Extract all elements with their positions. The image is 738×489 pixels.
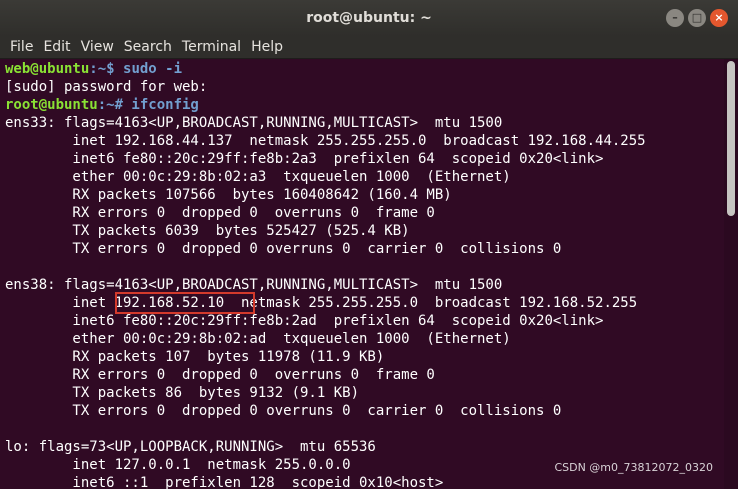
output-line: ether 00:0c:29:8b:02:a3 txqueuelen 1000 … xyxy=(5,169,511,185)
output-line: RX packets 107 bytes 11978 (11.9 KB) xyxy=(5,349,385,365)
output-line: inet6 fe80::20c:29ff:fe8b:2ad prefixlen … xyxy=(5,313,604,329)
menu-file[interactable]: File xyxy=(10,39,33,55)
output-line: RX errors 0 dropped 0 overruns 0 frame 0 xyxy=(5,205,435,221)
output-line: inet 127.0.0.1 netmask 255.0.0.0 xyxy=(5,457,351,473)
output-line: RX packets 107566 bytes 160408642 (160.4… xyxy=(5,187,452,203)
output-line: inet6 fe80::20c:29ff:fe8b:2a3 prefixlen … xyxy=(5,151,604,167)
scrollbar[interactable] xyxy=(724,59,738,489)
output-line: TX packets 86 bytes 9132 (9.1 KB) xyxy=(5,385,360,401)
menu-edit[interactable]: Edit xyxy=(43,39,70,55)
menu-bar: File Edit View Search Terminal Help xyxy=(0,36,738,59)
output-line: lo: flags=73<UP,LOOPBACK,RUNNING> mtu 65… xyxy=(5,439,376,455)
menu-search[interactable]: Search xyxy=(124,39,172,55)
output-line: inet 192.168.44.137 netmask 255.255.255.… xyxy=(5,133,646,149)
output-line: inet6 ::1 prefixlen 128 scopeid 0x10<hos… xyxy=(5,475,444,489)
output-line: RX errors 0 dropped 0 overruns 0 frame 0 xyxy=(5,367,435,383)
close-icon[interactable]: × xyxy=(710,9,728,27)
highlight-box xyxy=(115,292,255,314)
output-line: TX packets 6039 bytes 525427 (525.4 KB) xyxy=(5,223,410,239)
prompt-line: root@ubuntu:~# ifconfig xyxy=(5,96,199,114)
output-line: inet 192.168.52.10 netmask 255.255.255.0… xyxy=(5,295,638,311)
output-line: TX errors 0 dropped 0 overruns 0 carrier… xyxy=(5,241,562,257)
output-line: [sudo] password for web: xyxy=(5,79,208,95)
output-line: TX errors 0 dropped 0 overruns 0 carrier… xyxy=(5,403,562,419)
prompt-line: web@ubuntu:~$ sudo -i xyxy=(5,60,182,78)
watermark: CSDN @m0_73812072_0320 xyxy=(554,461,713,474)
menu-terminal[interactable]: Terminal xyxy=(182,39,241,55)
prompt-user: root@ubuntu xyxy=(5,97,98,113)
window-title: root@ubuntu: ~ xyxy=(306,10,432,26)
maximize-icon[interactable]: □ xyxy=(688,9,706,27)
prompt-path: :~$ sudo -i xyxy=(89,61,183,77)
prompt-path: :~# ifconfig xyxy=(97,97,199,113)
window-controls: – □ × xyxy=(666,9,728,27)
menu-view[interactable]: View xyxy=(81,39,114,55)
terminal-output[interactable]: web@ubuntu:~$ sudo -i [sudo] password fo… xyxy=(0,59,724,489)
output-line: ether 00:0c:29:8b:02:ad txqueuelen 1000 … xyxy=(5,331,511,347)
menu-help[interactable]: Help xyxy=(251,39,283,55)
minimize-icon[interactable]: – xyxy=(666,9,684,27)
scrollbar-thumb[interactable] xyxy=(727,61,735,216)
title-bar[interactable]: root@ubuntu: ~ – □ × xyxy=(0,0,738,36)
output-line: ens33: flags=4163<UP,BROADCAST,RUNNING,M… xyxy=(5,115,503,131)
terminal-window: root@ubuntu: ~ – □ × File Edit View Sear… xyxy=(0,0,738,489)
prompt-user: web@ubuntu xyxy=(5,61,90,77)
